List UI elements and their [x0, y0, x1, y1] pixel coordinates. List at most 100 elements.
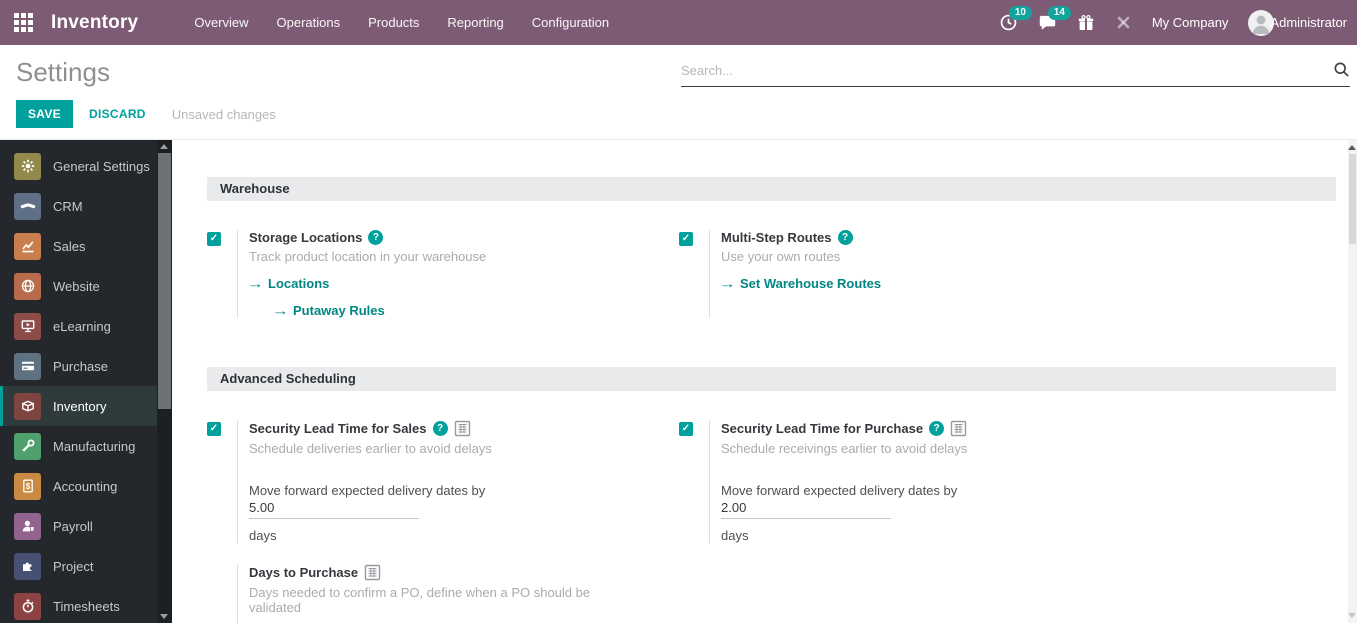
company-menu[interactable]: My Company	[1152, 15, 1229, 30]
sidebar-scrollbar-thumb[interactable]	[158, 153, 171, 409]
nav-operations[interactable]: Operations	[277, 2, 341, 43]
elearning-icon	[14, 313, 41, 340]
scroll-up-icon[interactable]	[1348, 145, 1356, 150]
nav-reporting[interactable]: Reporting	[447, 2, 503, 43]
save-button[interactable]: SAVE	[16, 100, 73, 128]
locations-link[interactable]: →Locations	[249, 276, 645, 291]
sidebar-item-label: Project	[53, 559, 93, 574]
activity-count-badge: 10	[1009, 6, 1032, 20]
sidebar-item-label: Purchase	[53, 359, 108, 374]
setting-label: Security Lead Time for Sales ?	[249, 420, 645, 437]
main-scrollbar-thumb[interactable]	[1349, 154, 1356, 244]
putaway-rules-link[interactable]: →Putaway Rules	[274, 303, 645, 318]
nav-products[interactable]: Products	[368, 2, 419, 43]
sidebar-item-label: eLearning	[53, 319, 111, 334]
discard-button[interactable]: DISCARD	[89, 107, 146, 121]
apps-grid-icon[interactable]	[14, 13, 34, 33]
security-purchase-checkbox[interactable]	[679, 422, 693, 436]
globe-icon	[14, 273, 41, 300]
svg-text:$: $	[25, 482, 30, 491]
security-sales-content: Security Lead Time for Sales ? Schedule …	[237, 420, 679, 543]
nav-overview[interactable]: Overview	[194, 2, 248, 43]
sidebar-item-manufacturing[interactable]: Manufacturing	[0, 426, 157, 466]
sidebar-item-general-settings[interactable]: General Settings	[0, 146, 157, 186]
sidebar-item-crm[interactable]: CRM	[0, 186, 157, 226]
help-icon[interactable]: ?	[838, 230, 853, 245]
messages-icon[interactable]: 14	[1038, 13, 1057, 32]
sidebar-item-timesheets[interactable]: Timesheets	[0, 586, 157, 623]
work-area: General Settings CRM Sales Website eLear…	[0, 139, 1357, 623]
scroll-down-icon[interactable]	[160, 614, 168, 619]
setting-description: Schedule receivings earlier to avoid del…	[721, 441, 1117, 456]
setting-label: Days to Purchase	[249, 564, 645, 581]
set-warehouse-routes-link[interactable]: →Set Warehouse Routes	[721, 276, 1117, 291]
sidebar-item-elearning[interactable]: eLearning	[0, 306, 157, 346]
field-suffix: days	[249, 528, 645, 543]
security-purchase-days-input[interactable]	[721, 498, 891, 519]
setting-description: Track product location in your warehouse	[249, 249, 645, 264]
search-icon[interactable]	[1333, 61, 1350, 81]
sidebar-item-label: Accounting	[53, 479, 117, 494]
section-header-warehouse: Warehouse	[207, 177, 1336, 201]
sidebar-item-label: Inventory	[53, 399, 106, 414]
scheduling-settings-row: Security Lead Time for Sales ? Schedule …	[207, 420, 1336, 543]
setting-label-text: Multi-Step Routes	[721, 230, 832, 245]
puzzle-icon	[14, 553, 41, 580]
message-count-badge: 14	[1048, 6, 1071, 20]
payroll-person-icon	[14, 513, 41, 540]
inventory-box-icon	[14, 393, 41, 420]
search-input[interactable]	[681, 57, 1350, 87]
setting-label: Security Lead Time for Purchase ?	[721, 420, 1117, 437]
credit-card-icon	[14, 353, 41, 380]
security-sales-checkbox[interactable]	[207, 422, 221, 436]
help-icon[interactable]: ?	[433, 421, 448, 436]
sidebar-item-label: Manufacturing	[53, 439, 135, 454]
control-panel: Settings SAVE DISCARD Unsaved changes	[0, 45, 1357, 139]
sidebar-item-label: Payroll	[53, 519, 93, 534]
sidebar-scrollbar[interactable]	[157, 140, 172, 623]
control-buttons: SAVE DISCARD Unsaved changes	[16, 100, 1357, 128]
settings-sidebar: General Settings CRM Sales Website eLear…	[0, 140, 157, 623]
user-menu[interactable]: Administrator	[1248, 10, 1347, 36]
help-icon[interactable]: ?	[368, 230, 383, 245]
security-purchase-field: Move forward expected delivery dates by	[721, 483, 1117, 519]
search-box	[681, 57, 1350, 87]
stopwatch-icon	[14, 593, 41, 620]
section-header-advanced-scheduling: Advanced Scheduling	[207, 367, 1336, 391]
field-suffix: days	[721, 528, 1117, 543]
tools-icon[interactable]	[1115, 14, 1132, 31]
setting-label-text: Days to Purchase	[249, 565, 358, 580]
sidebar-item-payroll[interactable]: Payroll	[0, 506, 157, 546]
user-name: Administrator	[1270, 15, 1347, 30]
scroll-down-icon[interactable]	[1348, 613, 1356, 618]
sidebar-item-sales[interactable]: Sales	[0, 226, 157, 266]
top-navigation: Overview Operations Products Reporting C…	[194, 2, 609, 43]
sidebar-item-label: Timesheets	[53, 599, 120, 614]
sidebar-item-inventory[interactable]: Inventory	[0, 386, 157, 426]
multi-step-routes-setting: Multi-Step Routes ? Use your own routes …	[679, 230, 1151, 318]
storage-locations-content: Storage Locations ? Track product locati…	[237, 230, 679, 318]
scroll-up-icon[interactable]	[160, 144, 168, 149]
sidebar-item-project[interactable]: Project	[0, 546, 157, 586]
nav-configuration[interactable]: Configuration	[532, 2, 609, 43]
sidebar-item-accounting[interactable]: $ Accounting	[0, 466, 157, 506]
setting-label-text: Storage Locations	[249, 230, 362, 245]
sidebar-item-purchase[interactable]: Purchase	[0, 346, 157, 386]
sidebar-item-website[interactable]: Website	[0, 266, 157, 306]
unsaved-changes-label: Unsaved changes	[172, 107, 276, 122]
multi-step-routes-checkbox[interactable]	[679, 232, 693, 246]
setting-description: Use your own routes	[721, 249, 1117, 264]
sales-chart-icon	[14, 233, 41, 260]
gift-icon[interactable]	[1077, 14, 1095, 32]
main-scrollbar[interactable]	[1348, 140, 1357, 623]
setting-description: Days needed to confirm a PO, define when…	[249, 585, 645, 615]
activity-clock-icon[interactable]: 10	[999, 13, 1018, 32]
app-brand[interactable]: Inventory	[51, 12, 138, 34]
field-prefix: Move forward expected delivery dates by	[249, 483, 485, 498]
security-sales-days-input[interactable]	[249, 498, 419, 519]
security-lead-time-purchase-setting: Security Lead Time for Purchase ? Schedu…	[679, 420, 1151, 543]
help-icon[interactable]: ?	[929, 421, 944, 436]
storage-locations-checkbox[interactable]	[207, 232, 221, 246]
setting-label-text: Security Lead Time for Purchase	[721, 421, 923, 436]
enterprise-feature-icon	[364, 564, 381, 581]
